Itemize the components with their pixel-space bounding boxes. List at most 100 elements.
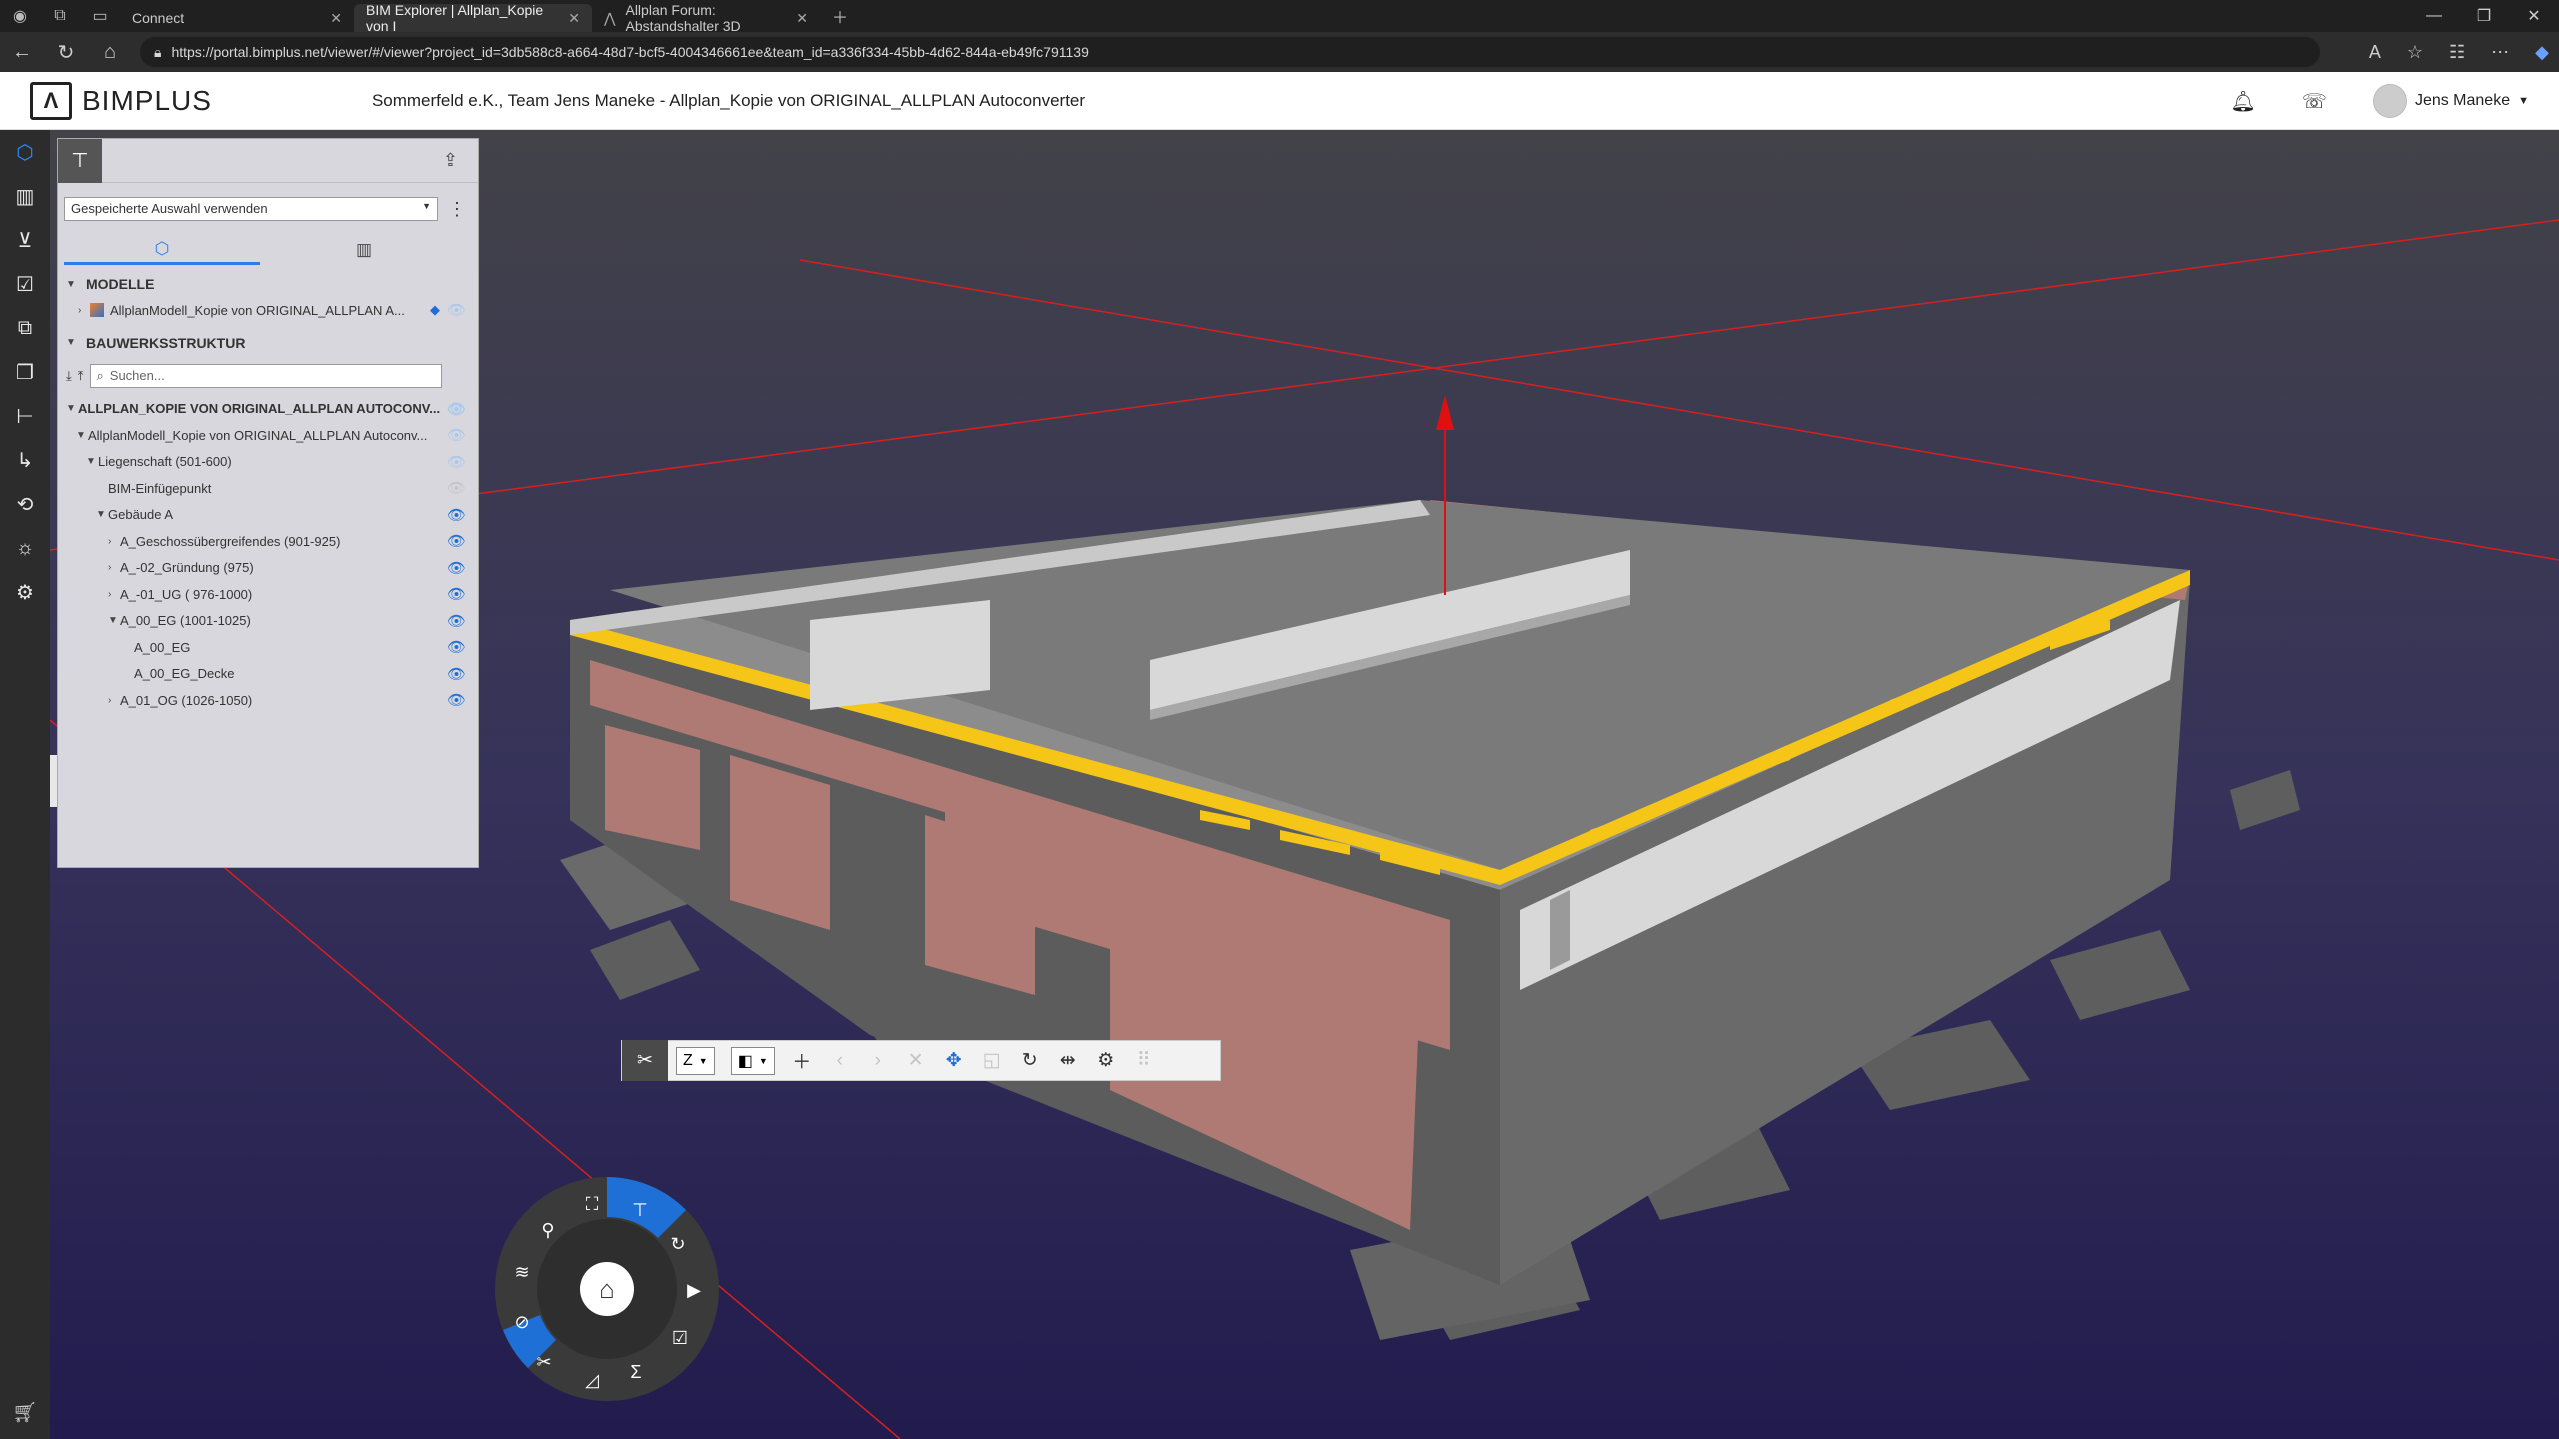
- cart-icon[interactable]: 🛒︎: [12, 1400, 37, 1425]
- eye-icon[interactable]: 👁︎: [447, 612, 466, 630]
- tab-actions-icon[interactable]: ▭: [80, 0, 120, 32]
- scale-icon[interactable]: ◱: [973, 1040, 1011, 1081]
- model-view-icon[interactable]: ⬡: [0, 130, 50, 174]
- eye-icon[interactable]: 👁︎: [447, 585, 466, 603]
- eye-icon[interactable]: 👁︎: [447, 453, 466, 471]
- phone-icon[interactable]: ☏: [2302, 89, 2327, 114]
- window-close-icon[interactable]: ✕: [2509, 0, 2559, 32]
- tree-item[interactable]: › A_-02_Gründung (975) 👁︎: [58, 555, 478, 582]
- rotate-icon[interactable]: ↻: [1011, 1040, 1049, 1081]
- kebab-menu-icon[interactable]: ⋮: [448, 199, 466, 220]
- saved-selection-dropdown[interactable]: Gespeicherte Auswahl verwenden ▼: [64, 197, 438, 221]
- tree-item[interactable]: ▼ AllplanModell_Kopie von ORIGINAL_ALLPL…: [58, 422, 478, 449]
- gear-icon[interactable]: ⚙: [0, 570, 50, 614]
- eye-icon[interactable]: 👁︎: [447, 559, 466, 577]
- eye-icon[interactable]: 👁︎: [447, 532, 466, 550]
- location-pin-icon[interactable]: ⚲: [533, 1215, 563, 1245]
- export-icon[interactable]: ⇪: [443, 150, 458, 171]
- browser-profile-icon[interactable]: ◉: [0, 0, 40, 32]
- back-icon[interactable]: ←: [0, 41, 44, 64]
- model-item[interactable]: › AllplanModell_Kopie von ORIGINAL_ALLPL…: [58, 297, 478, 324]
- models-section-header[interactable]: ▼ MODELLE: [58, 271, 478, 297]
- expand-all-icon[interactable]: ⤓: [66, 368, 72, 384]
- eye-icon[interactable]: 👁︎: [447, 638, 466, 656]
- sum-icon[interactable]: Σ: [621, 1357, 651, 1387]
- home-view-button[interactable]: ⌂: [580, 1262, 634, 1316]
- structure-tree-icon[interactable]: ⊤: [625, 1195, 655, 1225]
- tab-map[interactable]: ▥: [266, 235, 462, 265]
- browser-tab-bim-explorer[interactable]: BIM Explorer | Allplan_Kopie von I ✕: [354, 2, 592, 34]
- flip-icon[interactable]: ⇹: [1049, 1040, 1087, 1081]
- minimize-icon[interactable]: —: [2409, 0, 2459, 32]
- tree-item[interactable]: ▼ Gebäude A 👁︎: [58, 502, 478, 529]
- close-icon[interactable]: ✕: [796, 10, 808, 27]
- workspaces-icon[interactable]: ⧉: [40, 0, 80, 32]
- tree-item[interactable]: ▼ Liegenschaft (501-600) 👁︎: [58, 449, 478, 476]
- tree-item[interactable]: › A_-01_UG ( 976-1000) 👁︎: [58, 581, 478, 608]
- next-icon[interactable]: ›: [859, 1040, 897, 1081]
- read-aloud-icon[interactable]: A: [2369, 42, 2381, 63]
- tree-item[interactable]: ▼ ALLPLAN_KOPIE VON ORIGINAL_ALLPLAN AUT…: [58, 396, 478, 423]
- favorite-icon[interactable]: ☆: [2407, 42, 2423, 63]
- move-icon[interactable]: ✥: [935, 1040, 973, 1081]
- close-icon[interactable]: ✕: [568, 10, 580, 27]
- section-icon[interactable]: ✂: [622, 1040, 668, 1081]
- browser-tab-connect[interactable]: Connect ✕: [120, 4, 354, 32]
- collapse-all-icon[interactable]: ⤒: [78, 368, 84, 384]
- eye-icon[interactable]: 👁︎: [447, 691, 466, 709]
- url-field[interactable]: 🔒︎ https://portal.bimplus.net/viewer/#/v…: [140, 37, 2320, 67]
- collections-icon[interactable]: ☷: [2449, 42, 2465, 63]
- eye-icon[interactable]: 👁︎: [447, 506, 466, 524]
- delete-icon[interactable]: ✕: [897, 1040, 935, 1081]
- bell-icon[interactable]: 🔔︎: [2231, 89, 2256, 114]
- measure-icon[interactable]: ◿: [577, 1365, 607, 1395]
- browser-tab-allplan-forum[interactable]: ⋀ Allplan Forum: Abstandshalter 3D ✕: [592, 2, 820, 34]
- add-icon[interactable]: ＋: [783, 1040, 821, 1081]
- clipboard-icon[interactable]: ☑: [0, 262, 50, 306]
- eye-icon[interactable]: 👁︎: [447, 400, 466, 418]
- close-icon[interactable]: ✕: [330, 10, 342, 27]
- drag-handle-icon[interactable]: ⠿: [1125, 1040, 1163, 1081]
- lighting-icon[interactable]: ☼: [0, 526, 50, 570]
- hide-icon[interactable]: ⊘: [507, 1307, 537, 1337]
- tree-item[interactable]: › A_01_OG (1026-1050) 👁︎: [58, 687, 478, 714]
- axis-dropdown[interactable]: Z ▼: [676, 1046, 715, 1075]
- hierarchy-icon[interactable]: ⊢: [0, 394, 50, 438]
- new-tab-icon[interactable]: ＋: [820, 0, 860, 32]
- home-icon[interactable]: ⌂: [88, 41, 132, 64]
- eye-icon[interactable]: 👁︎: [447, 301, 466, 319]
- map-icon[interactable]: ▥: [0, 174, 50, 218]
- settings-icon[interactable]: ⚙: [1087, 1040, 1125, 1081]
- user-menu[interactable]: Jens Maneke ▼: [2372, 84, 2529, 118]
- tree-item[interactable]: A_00_EG_Decke 👁︎: [58, 661, 478, 688]
- view-cube-dropdown[interactable]: ◧ ▼: [730, 1046, 775, 1075]
- section-icon[interactable]: ✂: [529, 1347, 559, 1377]
- copilot-icon[interactable]: ◆: [2535, 42, 2549, 63]
- refresh-icon[interactable]: ↻: [663, 1229, 693, 1259]
- reload-icon[interactable]: ↻: [44, 40, 88, 65]
- structure-tree-icon[interactable]: ⊤: [58, 138, 102, 183]
- link-objects-icon[interactable]: ⧉: [0, 306, 50, 350]
- tree-item[interactable]: A_00_EG 👁︎: [58, 634, 478, 661]
- eye-icon[interactable]: 👁︎: [447, 426, 466, 444]
- eye-icon[interactable]: 👁︎: [447, 479, 466, 497]
- tree-item[interactable]: ▼ A_00_EG (1001-1025) 👁︎: [58, 608, 478, 635]
- tab-model-tree[interactable]: ⬡: [64, 235, 260, 265]
- layers-icon[interactable]: ◆: [430, 302, 440, 318]
- more-icon[interactable]: ⋯: [2491, 42, 2509, 63]
- layers-icon[interactable]: ≋: [507, 1257, 537, 1287]
- search-input[interactable]: ⌕ Suchen...: [89, 363, 442, 388]
- history-icon[interactable]: ⟲: [0, 482, 50, 526]
- structure-section-header[interactable]: ▼ BAUWERKSSTRUKTUR: [58, 330, 478, 356]
- tree-item[interactable]: BIM-Einfügepunkt 👁︎: [58, 475, 478, 502]
- sequence-icon[interactable]: ↳: [0, 438, 50, 482]
- fullscreen-icon[interactable]: ⛶: [577, 1189, 607, 1219]
- eye-icon[interactable]: 👁︎: [447, 665, 466, 683]
- filter-icon[interactable]: ⊻: [0, 218, 50, 262]
- tree-item[interactable]: › A_Geschossübergreifendes (901-925) 👁︎: [58, 528, 478, 555]
- camera-icon[interactable]: ▶: [679, 1275, 709, 1305]
- prev-icon[interactable]: ‹: [821, 1040, 859, 1081]
- bimplus-logo[interactable]: Λ BIMPLUS: [30, 81, 212, 120]
- copy-icon[interactable]: ❐: [0, 350, 50, 394]
- restore-icon[interactable]: ❐: [2459, 0, 2509, 32]
